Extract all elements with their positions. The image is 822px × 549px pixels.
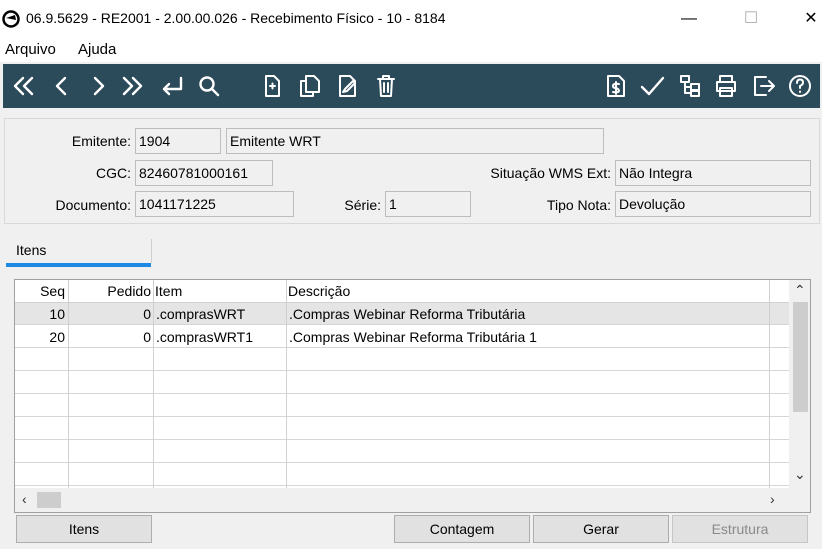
cgc-field[interactable]: 82460781000161 xyxy=(135,160,273,186)
exit-icon[interactable] xyxy=(749,70,779,102)
next-icon[interactable] xyxy=(83,70,113,102)
toolbar xyxy=(3,64,820,108)
gerar-button[interactable]: Gerar xyxy=(533,515,669,543)
scroll-right-icon[interactable]: › xyxy=(770,491,775,507)
documento-label: Documento: xyxy=(55,197,131,213)
serie-label: Série: xyxy=(344,197,381,213)
delete-icon[interactable] xyxy=(371,70,401,102)
tab-itens-label: Itens xyxy=(16,242,47,258)
menu-ajuda[interactable]: Ajuda xyxy=(78,41,116,58)
column-header-item[interactable]: Item xyxy=(155,280,283,302)
scroll-up-icon[interactable]: ⌃ xyxy=(794,282,806,299)
tipo-nota-field[interactable]: Devolução xyxy=(615,191,811,217)
search-icon[interactable] xyxy=(194,70,224,102)
window-title: 06.9.5629 - RE2001 - 2.00.00.026 - Receb… xyxy=(26,10,446,26)
grid-header: Seq Pedido Item Descrição xyxy=(15,280,790,303)
emitente-code-field[interactable]: 1904 xyxy=(135,128,221,154)
table-row-empty[interactable] xyxy=(15,418,790,440)
column-divider xyxy=(769,280,770,490)
document-value-icon[interactable] xyxy=(601,70,631,102)
scroll-left-icon[interactable]: ‹ xyxy=(22,491,27,507)
seq-cell: 20 xyxy=(49,329,65,345)
descricao-cell: .Compras Webinar Reforma Tributária 1 xyxy=(289,329,537,345)
tab-divider xyxy=(151,239,152,263)
edit-icon[interactable] xyxy=(333,70,363,102)
tab-bar: Itens xyxy=(4,237,820,267)
menu-bar: Arquivo Ajuda xyxy=(0,38,822,62)
items-grid: 10 0 .comprasWRT .Compras Webinar Reform… xyxy=(14,279,811,513)
tree-icon[interactable] xyxy=(675,70,705,102)
copy-icon[interactable] xyxy=(295,70,325,102)
previous-icon[interactable] xyxy=(47,70,77,102)
cgc-label: CGC: xyxy=(96,165,131,181)
estrutura-button[interactable]: Estrutura xyxy=(672,515,808,543)
first-icon[interactable] xyxy=(9,70,39,102)
column-header-descricao[interactable]: Descrição xyxy=(288,280,588,302)
tab-itens[interactable]: Itens xyxy=(6,237,151,267)
minimize-button[interactable]: — xyxy=(666,5,712,33)
confirm-icon[interactable] xyxy=(637,70,667,102)
horizontal-scrollbar[interactable]: ‹ › xyxy=(15,488,810,512)
app-logo-icon xyxy=(2,10,20,28)
table-row[interactable]: 20 0 .comprasWRT1 .Compras Webinar Refor… xyxy=(15,326,790,348)
item-cell: .comprasWRT xyxy=(156,306,246,322)
print-icon[interactable] xyxy=(711,70,741,102)
scroll-down-icon[interactable]: ⌄ xyxy=(794,466,806,483)
itens-button[interactable]: Itens xyxy=(16,515,152,543)
new-icon[interactable] xyxy=(257,70,287,102)
seq-cell: 10 xyxy=(49,306,65,322)
descricao-cell: .Compras Webinar Reforma Tributária xyxy=(289,306,526,322)
pedido-cell: 0 xyxy=(143,329,151,345)
grid-body: 10 0 .comprasWRT .Compras Webinar Reform… xyxy=(15,280,790,490)
help-icon[interactable] xyxy=(785,70,815,102)
column-divider xyxy=(286,280,287,490)
column-header-seq[interactable]: Seq xyxy=(15,280,65,302)
vertical-scrollbar[interactable]: ⌃ ⌄ xyxy=(789,280,810,490)
table-row[interactable]: 10 0 .comprasWRT .Compras Webinar Reform… xyxy=(15,303,790,325)
documento-field[interactable]: 1041171225 xyxy=(135,191,294,217)
pedido-cell: 0 xyxy=(143,306,151,322)
emitente-label: Emitente: xyxy=(71,133,131,149)
maximize-button[interactable]: ☐ xyxy=(728,5,774,33)
close-button[interactable]: ✕ xyxy=(788,5,822,33)
title-bar: 06.9.5629 - RE2001 - 2.00.00.026 - Receb… xyxy=(0,0,822,38)
tipo-nota-label: Tipo Nota: xyxy=(546,197,611,213)
situacao-wms-label: Situação WMS Ext: xyxy=(490,165,611,181)
goto-icon[interactable] xyxy=(157,70,187,102)
menu-arquivo[interactable]: Arquivo xyxy=(5,41,56,58)
column-header-pedido[interactable]: Pedido xyxy=(69,280,151,302)
document-header-panel: Emitente: 1904 Emitente WRT CGC: 8246078… xyxy=(4,118,820,224)
item-cell: .comprasWRT1 xyxy=(156,329,253,345)
horizontal-scroll-thumb[interactable] xyxy=(37,492,61,508)
table-row-empty[interactable] xyxy=(15,372,790,394)
last-icon[interactable] xyxy=(117,70,147,102)
table-row-empty[interactable] xyxy=(15,441,790,463)
vertical-scroll-thumb[interactable] xyxy=(793,302,808,412)
contagem-button[interactable]: Contagem xyxy=(394,515,530,543)
column-divider xyxy=(68,280,69,490)
table-row-empty[interactable] xyxy=(15,349,790,371)
serie-field[interactable]: 1 xyxy=(385,191,471,217)
column-divider xyxy=(153,280,154,490)
table-row-empty[interactable] xyxy=(15,395,790,417)
table-row-empty[interactable] xyxy=(15,464,790,486)
emitente-name-field[interactable]: Emitente WRT xyxy=(226,128,604,154)
situacao-wms-field[interactable]: Não Integra xyxy=(615,160,811,186)
